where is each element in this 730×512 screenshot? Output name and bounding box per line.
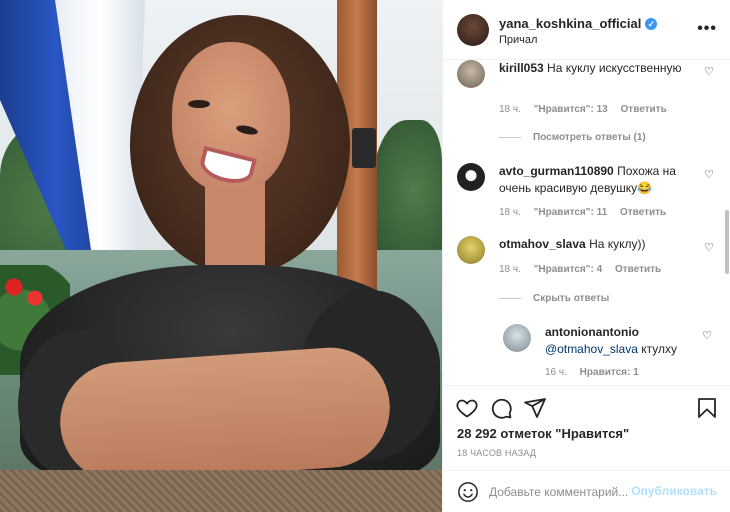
post-panel: yana_koshkina_official ✓ Причал ••• kiril… (442, 0, 730, 512)
photo-lamp (352, 128, 376, 168)
comment-age: 18 ч. (499, 207, 521, 218)
avatar[interactable] (457, 163, 485, 191)
comment-likes[interactable]: "Нравится": 4 (534, 264, 603, 275)
comment-body: На куклу)) (589, 237, 646, 251)
post-photo[interactable] (0, 0, 442, 512)
likes-count[interactable]: 28 292 отметок "Нравится" (457, 426, 629, 441)
replies-divider (499, 136, 521, 138)
author-avatar[interactable] (457, 14, 489, 46)
like-reply-heart-icon[interactable]: ♡ (701, 330, 713, 342)
comment-meta: 18 ч. "Нравится": 11 Ответить (499, 207, 676, 218)
avatar[interactable] (503, 324, 531, 352)
comment-icon[interactable] (489, 396, 513, 420)
post-timestamp[interactable]: 18 ЧАСОВ НАЗАД (457, 448, 536, 458)
verified-icon: ✓ (645, 18, 658, 30)
comment-text: avto_gurman110890 Похожа на очень красив… (499, 163, 689, 197)
view-replies-label[interactable]: Посмотреть ответы (1) (533, 132, 646, 143)
add-comment-bar: Опубликовать (443, 470, 730, 512)
reply-age: 16 ч. (545, 367, 567, 378)
comment-item: otmahov_slava На куклу)) ♡ 18 ч. "Нравит… (457, 236, 719, 306)
comments-scrollbar[interactable] (725, 210, 729, 274)
reply-button[interactable]: Ответить (615, 264, 661, 275)
reply-item: antonionantonio @otmahov_slava ктулху ♡ … (503, 324, 717, 384)
emoji-icon[interactable] (457, 481, 479, 503)
comments-list: kirill053 На куклу искусственную ♡ 18 ч.… (443, 60, 730, 385)
comment-username[interactable]: otmahov_slava (499, 237, 586, 251)
comment-age: 18 ч. (499, 264, 521, 275)
reply-username[interactable]: antonionantonio (545, 325, 639, 339)
post-header: yana_koshkina_official ✓ Причал ••• (443, 0, 730, 60)
comment-likes[interactable]: "Нравится": 11 (534, 207, 608, 218)
author-username-text[interactable]: yana_koshkina_official (499, 16, 641, 31)
reply-meta: 16 ч. Нравится: 1 (545, 367, 649, 378)
like-comment-heart-icon[interactable]: ♡ (703, 66, 715, 78)
photo-neck (205, 180, 265, 270)
comment-text: otmahov_slava На куклу)) (499, 236, 689, 253)
photo-trees-right (372, 120, 442, 260)
hide-replies-button[interactable]: Скрыть ответы (499, 293, 609, 304)
comment-username[interactable]: avto_gurman110890 (499, 164, 614, 178)
post-location[interactable]: Причал (499, 34, 537, 46)
heart-icon[interactable] (455, 396, 479, 420)
comment-body: На куклу искусственную (547, 61, 682, 75)
hide-replies-label[interactable]: Скрыть ответы (533, 293, 609, 304)
replies-divider (499, 297, 521, 299)
view-replies-button[interactable]: Посмотреть ответы (1) (499, 132, 646, 143)
photo-arm (56, 343, 394, 487)
like-comment-heart-icon[interactable]: ♡ (703, 169, 715, 181)
post-actions: 28 292 отметок "Нравится" 18 ЧАСОВ НАЗАД (443, 385, 730, 470)
reply-button[interactable]: Ответить (621, 104, 667, 115)
like-comment-heart-icon[interactable]: ♡ (703, 242, 715, 254)
comment-text: kirill053 На куклу искусственную (499, 60, 689, 77)
comment-input[interactable] (489, 483, 639, 501)
avatar[interactable] (457, 236, 485, 264)
reply-text: antonionantonio @otmahov_slava ктулху (545, 324, 695, 358)
comment-username[interactable]: kirill053 (499, 61, 544, 75)
comment-meta: 18 ч. "Нравится": 4 Ответить (499, 264, 671, 275)
avatar[interactable] (457, 60, 485, 88)
instagram-post: yana_koshkina_official ✓ Причал ••• kiril… (0, 0, 730, 512)
photo-eye-left (188, 100, 210, 108)
share-icon[interactable] (523, 396, 547, 420)
bookmark-icon[interactable] (695, 396, 719, 420)
comment-age: 18 ч. (499, 104, 521, 115)
publish-button[interactable]: Опубликовать (631, 484, 717, 498)
author-username[interactable]: yana_koshkina_official ✓ (499, 16, 658, 31)
comment-item: kirill053 На куклу искусственную ♡ 18 ч.… (457, 60, 719, 144)
reply-body: ктулху (641, 342, 678, 356)
comment-meta: 18 ч. "Нравится": 13 Ответить (499, 104, 677, 115)
more-icon[interactable]: ••• (697, 20, 717, 38)
photo-table (0, 470, 442, 512)
comment-likes[interactable]: "Нравится": 13 (534, 104, 608, 115)
reply-likes[interactable]: Нравится: 1 (580, 367, 639, 378)
reply-mention[interactable]: @otmahov_slava (545, 342, 638, 356)
comment-item: avto_gurman110890 Похожа на очень красив… (457, 163, 719, 223)
reply-button[interactable]: Ответить (620, 207, 666, 218)
